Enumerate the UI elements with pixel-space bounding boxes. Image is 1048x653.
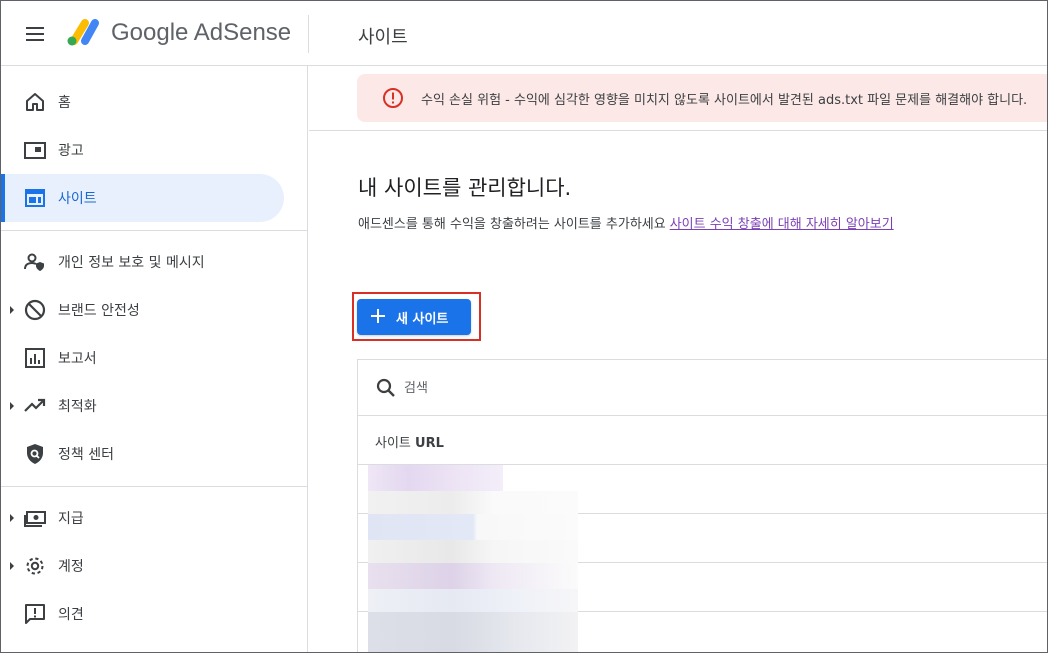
sidebar-item-policy-center[interactable]: 정책 센터 <box>1 430 284 478</box>
expand-caret-icon[interactable] <box>10 562 14 570</box>
new-site-button[interactable]: 새 사이트 <box>357 299 471 335</box>
payments-icon <box>24 511 46 527</box>
main-content: 수익 손실 위험 - 수익에 심각한 영향을 미치지 않도록 사이트에서 발견된… <box>309 66 1047 652</box>
top-app-bar: Google AdSense 사이트 <box>1 1 1047 66</box>
app-window: Google AdSense 사이트 홈 광고 사이트 개인 정보 보호 및 메… <box>0 0 1048 653</box>
sidebar-item-feedback[interactable]: 의견 <box>1 590 284 638</box>
sidebar-item-home[interactable]: 홈 <box>1 78 284 126</box>
reports-icon <box>25 348 45 368</box>
learn-more-link[interactable]: 사이트 수익 창출에 대해 자세히 알아보기 <box>670 217 894 232</box>
sidebar-item-label: 홈 <box>58 95 71 111</box>
sidebar-divider <box>1 486 308 487</box>
search-input[interactable] <box>404 374 904 402</box>
redacted-url <box>368 540 578 563</box>
sidebar-item-label: 지급 <box>58 511 84 527</box>
ads-icon <box>24 142 46 159</box>
header-divider <box>308 15 309 53</box>
redacted-url <box>368 491 578 514</box>
sidebar-item-label: 개인 정보 보호 및 메시지 <box>58 255 205 271</box>
sidebar-divider <box>1 230 308 231</box>
privacy-icon <box>24 253 44 271</box>
redacted-url <box>368 612 578 652</box>
warning-text: 수익 손실 위험 - 수익에 심각한 영향을 미치지 않도록 사이트에서 발견된… <box>421 93 1028 108</box>
sidebar-item-label: 정책 센터 <box>58 447 114 463</box>
error-icon <box>383 88 403 108</box>
section-title: 내 사이트를 관리합니다. <box>358 176 572 200</box>
redacted-url <box>368 589 578 612</box>
sidebar-item-account[interactable]: 계정 <box>1 542 284 590</box>
sidebar-item-label: 사이트 <box>58 191 97 207</box>
column-header-label: 사이트 URL <box>375 432 444 451</box>
feedback-icon <box>25 604 45 624</box>
expand-caret-icon[interactable] <box>10 514 14 522</box>
sidebar-item-optimization[interactable]: 최적화 <box>1 382 284 430</box>
section-description: 애드센스를 통해 수익을 창출하려는 사이트를 추가하세요 사이트 수익 창출에 … <box>358 213 894 232</box>
warning-banner[interactable]: 수익 손실 위험 - 수익에 심각한 영향을 미치지 않도록 사이트에서 발견된… <box>357 74 1047 122</box>
sidebar-nav: 홈 광고 사이트 개인 정보 보호 및 메시지 브랜드 안전성 보고서 최적화 … <box>1 66 308 652</box>
content-divider <box>309 130 1047 131</box>
sites-icon <box>25 189 45 207</box>
description-text: 애드센스를 통해 수익을 창출하려는 사이트를 추가하세요 <box>358 217 666 232</box>
sidebar-item-label: 최적화 <box>58 399 97 415</box>
column-header-prefix: 사이트 <box>375 436 411 451</box>
new-site-button-label: 새 사이트 <box>396 312 449 327</box>
app-name: Google AdSense <box>111 19 292 46</box>
adsense-logo-icon <box>67 19 99 46</box>
column-header-bold: URL <box>415 436 444 451</box>
table-search-bar <box>358 360 1047 416</box>
hamburger-menu-icon[interactable] <box>23 22 47 46</box>
sidebar-item-label: 보고서 <box>58 351 97 367</box>
plus-icon <box>371 309 385 323</box>
sidebar-item-label: 계정 <box>58 559 84 575</box>
sidebar-item-label: 광고 <box>58 143 84 159</box>
sidebar-item-ads[interactable]: 광고 <box>1 126 284 174</box>
home-icon <box>26 93 44 111</box>
sidebar-item-label: 브랜드 안전성 <box>58 303 140 319</box>
search-icon <box>376 378 395 397</box>
trending-up-icon <box>24 398 46 412</box>
sites-table: 사이트 URL <box>357 359 1047 652</box>
gear-icon <box>26 557 44 575</box>
expand-caret-icon[interactable] <box>10 306 14 314</box>
block-icon <box>24 299 46 321</box>
page-title: 사이트 <box>358 27 408 48</box>
sidebar-item-brand-safety[interactable]: 브랜드 안전성 <box>1 286 284 334</box>
sidebar-item-sites[interactable]: 사이트 <box>1 174 284 222</box>
sidebar-item-label: 의견 <box>58 607 84 623</box>
table-row[interactable] <box>358 589 1047 652</box>
column-header-site-url[interactable]: 사이트 URL <box>358 416 1047 465</box>
sidebar-item-reports[interactable]: 보고서 <box>1 334 284 382</box>
expand-caret-icon[interactable] <box>10 402 14 410</box>
sidebar-item-privacy[interactable]: 개인 정보 보호 및 메시지 <box>1 238 284 286</box>
shield-search-icon <box>27 444 43 464</box>
sidebar-item-payments[interactable]: 지급 <box>1 494 284 542</box>
